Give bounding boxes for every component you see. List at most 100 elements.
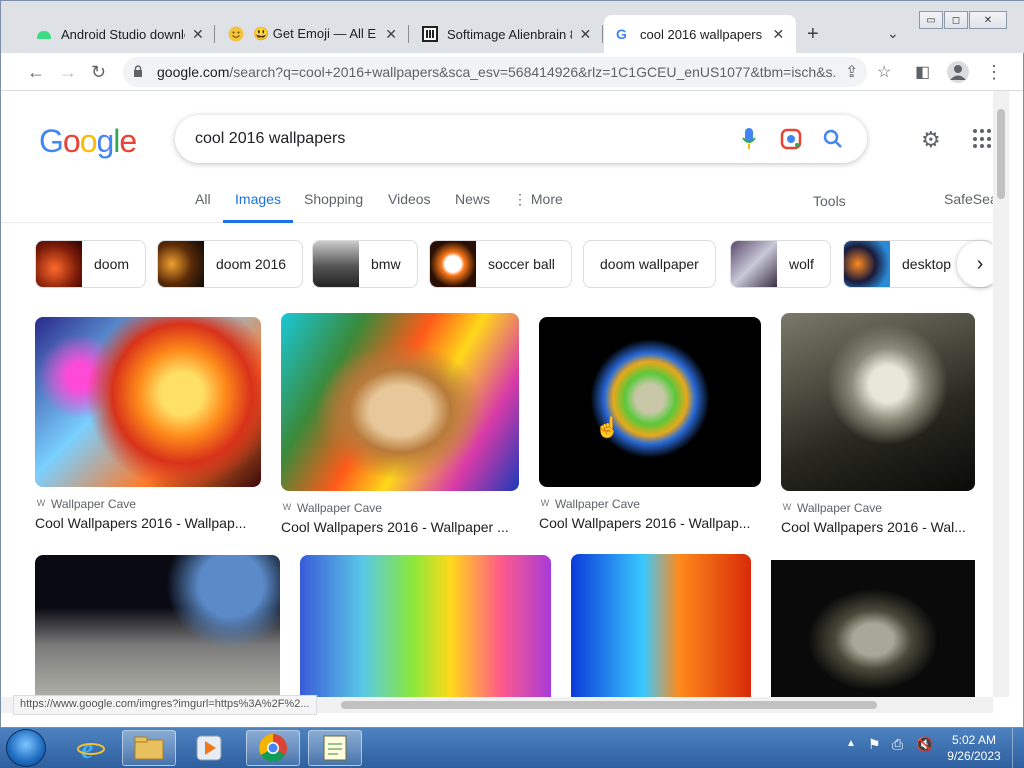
- lock-icon: [133, 64, 151, 80]
- apps-grid-icon[interactable]: [973, 129, 993, 149]
- tab-title: Softimage Alienbrain 8.1: [447, 26, 572, 42]
- chevron-down-icon[interactable]: ⌄: [887, 25, 899, 42]
- image-result[interactable]: W Wallpaper Cave Cool Wallpapers 2016 - W…: [539, 317, 761, 531]
- result-source: Wallpaper Cave: [297, 501, 382, 515]
- search-box[interactable]: cool 2016 wallpapers: [175, 115, 867, 163]
- google-logo[interactable]: Google: [39, 123, 137, 160]
- maximize-button[interactable]: ◻: [944, 11, 968, 29]
- kebab-menu-icon[interactable]: ⋮: [985, 62, 1003, 83]
- chip-thumbnail: [844, 241, 890, 287]
- share-icon[interactable]: ⇪: [845, 62, 858, 82]
- tab-strip: Android Studio downloé ✕ 😃 Get Emoji — A…: [1, 1, 1024, 53]
- bookmark-star-icon[interactable]: ☆: [877, 62, 891, 82]
- tab-google-search[interactable]: G cool 2016 wallpapers - G ✕: [604, 15, 796, 53]
- settings-gear-icon[interactable]: ⚙: [921, 127, 941, 153]
- minimize-button[interactable]: ▭: [919, 11, 943, 29]
- result-thumbnail[interactable]: [771, 560, 975, 697]
- side-panel-icon[interactable]: ◧: [915, 62, 930, 82]
- action-center-icon[interactable]: ⚑: [868, 736, 881, 753]
- result-thumbnail[interactable]: [281, 313, 519, 491]
- tab-videos[interactable]: Videos: [388, 191, 431, 223]
- result-thumbnail[interactable]: [35, 555, 280, 697]
- address-bar[interactable]: google.com/search?q=cool+2016+wallpapers…: [123, 57, 867, 87]
- google-icon: G: [614, 25, 632, 43]
- internet-explorer-icon[interactable]: e: [64, 730, 118, 766]
- result-thumbnail[interactable]: [781, 313, 975, 491]
- chevron-up-icon[interactable]: ▲: [846, 738, 856, 749]
- more-dots-icon: ⋮: [513, 191, 527, 207]
- profile-avatar-icon[interactable]: [947, 61, 969, 88]
- result-thumbnail[interactable]: [35, 317, 261, 487]
- chip-doom[interactable]: doom: [35, 240, 147, 288]
- chip-doom-2016[interactable]: doom 2016: [157, 240, 304, 288]
- scrollbar-thumb[interactable]: [341, 701, 877, 709]
- reload-icon[interactable]: ↻: [91, 62, 106, 83]
- media-player-icon[interactable]: [182, 730, 236, 766]
- system-clock[interactable]: 5:02 AM 9/26/2023: [940, 732, 1008, 764]
- scrollbar-thumb[interactable]: [997, 109, 1005, 199]
- result-thumbnail[interactable]: [539, 317, 761, 487]
- tab-get-emoji[interactable]: 😃 Get Emoji — All Emoji ✕: [217, 15, 409, 53]
- chip-thumbnail: [430, 241, 476, 287]
- clock-time: 5:02 AM: [951, 733, 997, 747]
- close-icon[interactable]: ✕: [771, 26, 786, 43]
- tab-android-studio[interactable]: Android Studio downloé ✕: [25, 15, 215, 53]
- search-input[interactable]: cool 2016 wallpapers: [195, 130, 737, 148]
- microphone-icon[interactable]: [737, 127, 761, 151]
- chrome-icon[interactable]: [246, 730, 300, 766]
- result-source: Wallpaper Cave: [555, 497, 640, 511]
- app-notepad-icon[interactable]: [308, 730, 362, 766]
- image-result[interactable]: [571, 554, 751, 697]
- back-arrow-icon[interactable]: ←: [27, 62, 45, 83]
- lens-icon[interactable]: [779, 127, 803, 151]
- chip-label: wolf: [789, 256, 814, 272]
- result-title[interactable]: Cool Wallpapers 2016 - Wallpaper ...: [281, 519, 519, 535]
- chip-wolf[interactable]: wolf: [730, 240, 831, 288]
- chip-label: doom 2016: [216, 256, 287, 272]
- close-icon[interactable]: ✕: [383, 26, 399, 43]
- image-result[interactable]: W Wallpaper Cave Cool Wallpapers 2016 - W…: [281, 313, 519, 535]
- start-button[interactable]: [6, 729, 46, 767]
- forward-arrow-icon[interactable]: →: [59, 62, 77, 83]
- chip-label: doom wallpaper: [600, 256, 699, 272]
- image-result[interactable]: W Wallpaper Cave Cool Wallpapers 2016 - W…: [781, 313, 975, 535]
- wallpaper-cave-icon: W: [540, 498, 550, 508]
- image-result[interactable]: W Wallpaper Cave Cool Wallpapers 2016 - W…: [35, 317, 261, 531]
- tab-all[interactable]: All: [195, 191, 211, 223]
- chip-thumbnail: [158, 241, 204, 287]
- network-icon[interactable]: ⎙: [892, 736, 903, 753]
- close-icon[interactable]: ✕: [578, 26, 593, 43]
- image-result[interactable]: [35, 555, 280, 697]
- wallpaper-cave-icon: W: [782, 502, 792, 512]
- new-tab-plus-icon[interactable]: +: [807, 23, 819, 46]
- result-title[interactable]: Cool Wallpapers 2016 - Wal...: [781, 519, 975, 535]
- close-window-button[interactable]: ✕: [969, 11, 1007, 29]
- image-result[interactable]: [771, 560, 975, 697]
- result-thumbnail[interactable]: [571, 554, 751, 697]
- result-title[interactable]: Cool Wallpapers 2016 - Wallpap...: [35, 515, 261, 531]
- tab-news[interactable]: News: [455, 191, 490, 223]
- file-explorer-icon[interactable]: [122, 730, 176, 766]
- result-thumbnail[interactable]: [300, 555, 551, 697]
- chip-bmw[interactable]: bmw: [312, 240, 418, 288]
- tools-button[interactable]: Tools: [813, 193, 846, 225]
- result-source: Wallpaper Cave: [797, 501, 882, 515]
- chip-label: bmw: [371, 256, 401, 272]
- tab-softimage[interactable]: Softimage Alienbrain 8.1 ✕: [411, 15, 603, 53]
- tab-images[interactable]: Images: [223, 191, 293, 223]
- search-icon[interactable]: [821, 127, 845, 151]
- show-desktop-button[interactable]: [1012, 728, 1024, 768]
- chip-label: soccer ball: [488, 256, 555, 272]
- tab-more[interactable]: ⋮ More: [513, 191, 563, 223]
- volume-muted-icon[interactable]: 🔇: [916, 736, 933, 753]
- chip-doom-wallpaper[interactable]: doom wallpaper: [583, 240, 716, 288]
- chip-thumbnail: [36, 241, 82, 287]
- tab-shopping[interactable]: Shopping: [304, 191, 363, 223]
- result-title[interactable]: Cool Wallpapers 2016 - Wallpap...: [539, 515, 761, 531]
- close-icon[interactable]: ✕: [191, 26, 205, 43]
- chip-soccer-ball[interactable]: soccer ball: [429, 240, 572, 288]
- image-result[interactable]: [300, 555, 551, 697]
- vertical-scrollbar[interactable]: [993, 91, 1009, 697]
- safesearch-button[interactable]: SafeSea: [944, 191, 998, 223]
- clock-date: 9/26/2023: [947, 749, 1001, 763]
